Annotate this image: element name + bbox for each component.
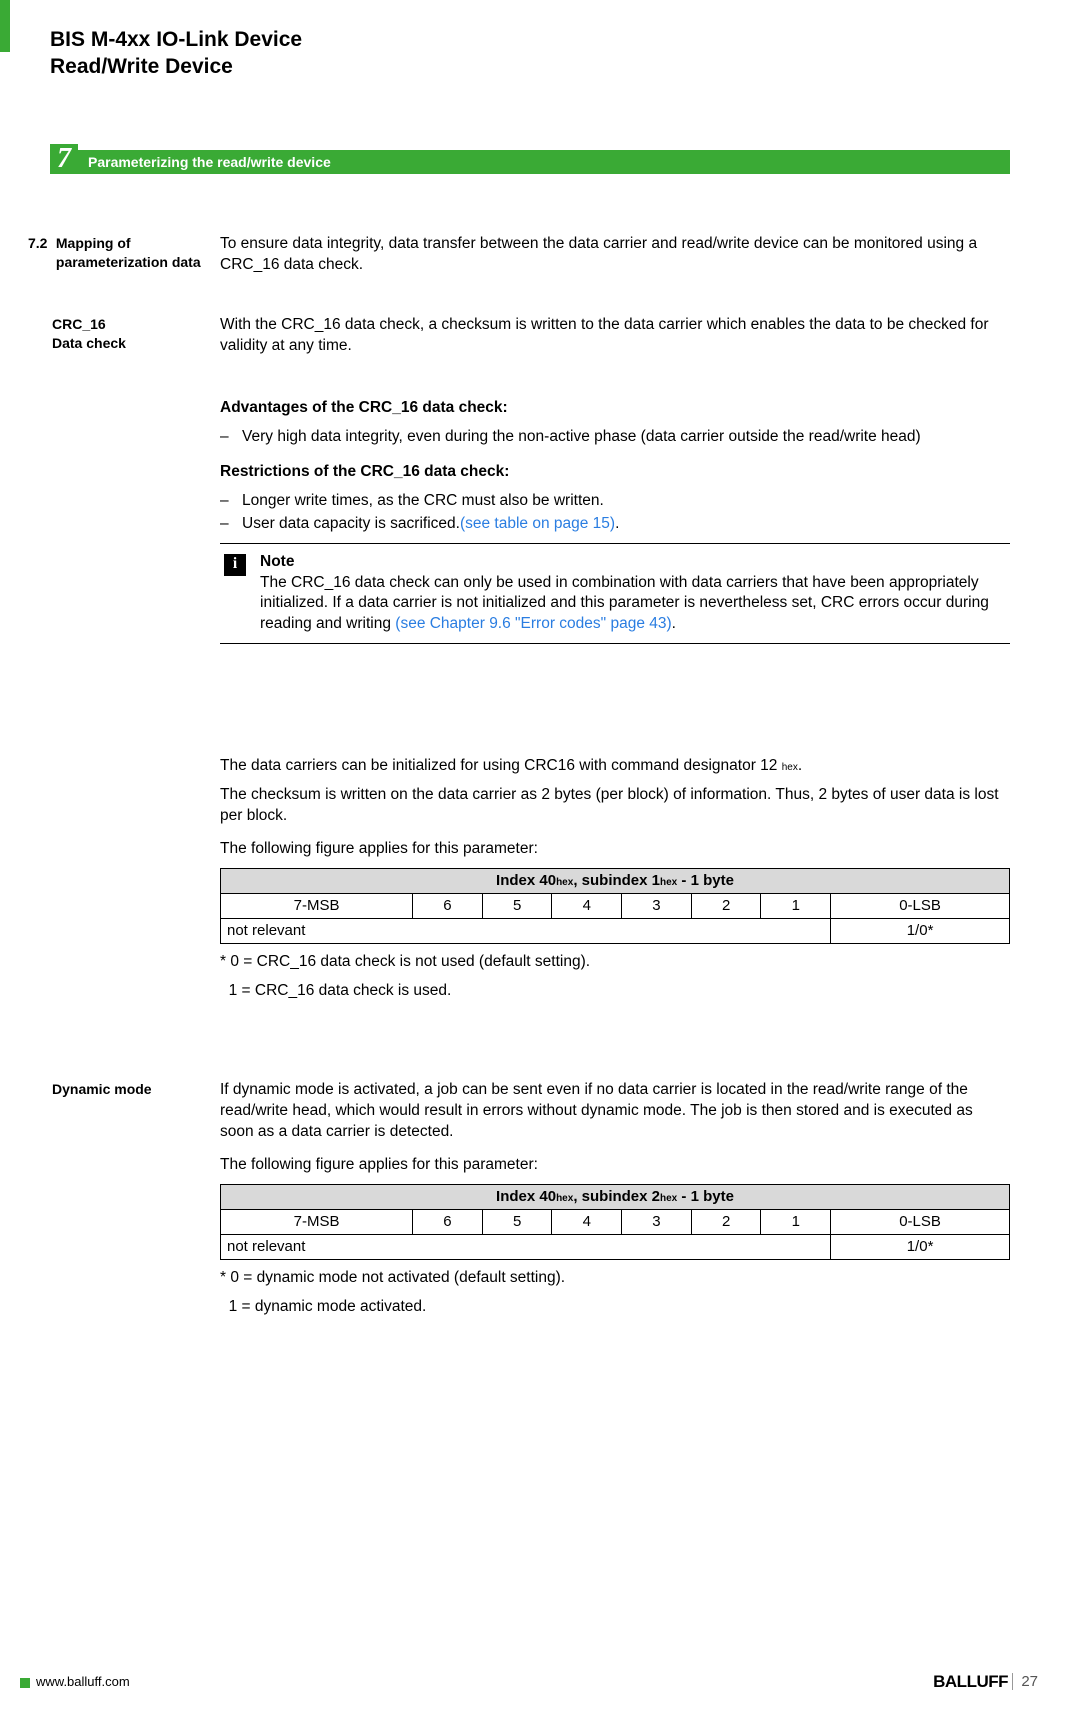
table-page-15-link[interactable]: (see table on page 15) <box>460 515 615 532</box>
dynamic-param-table: Index 40hex, subindex 2hex - 1 byte 7-MS… <box>220 1184 1010 1261</box>
header-line-1: BIS M-4xx IO-Link Device <box>50 26 302 53</box>
info-icon: i <box>224 554 246 576</box>
section-number-box: 7 <box>50 144 78 174</box>
advantages-list: Very high data integrity, even during th… <box>220 427 1010 448</box>
footer-brand: BALLUFF <box>933 1672 1008 1692</box>
dynamic-footnote-one: 1 = dynamic mode activated. <box>220 1297 1010 1318</box>
crc16-figure-line: The following figure applies for this pa… <box>220 839 1010 860</box>
dynamic-footnote-star: * 0 = dynamic mode not activated (defaul… <box>220 1268 1010 1289</box>
dynamic-table-value-row: not relevant 1/0* <box>221 1235 1010 1260</box>
section-title: Parameterizing the read/write device <box>78 150 1010 174</box>
section-bar: 7 Parameterizing the read/write device <box>50 150 1010 174</box>
crc16-param-table: Index 40hex, subindex 1hex - 1 byte 7-MS… <box>220 868 1010 945</box>
crc16-table-caption: Index 40hex, subindex 1hex - 1 byte <box>221 868 1010 893</box>
restrictions-item: Longer write times, as the CRC must also… <box>220 491 1010 512</box>
crc16-table-bits-row: 7-MSB 6 5 4 3 2 1 0-LSB <box>221 893 1010 918</box>
subsection-title: Mapping of parameterization data <box>56 234 201 272</box>
crc16-label: CRC_16 Data check <box>52 315 212 353</box>
restrictions-list: Longer write times, as the CRC must also… <box>220 491 1010 535</box>
footer-green-square-icon <box>20 1678 30 1688</box>
crc16-init-block: The data carriers can be initialized for… <box>220 756 1010 1010</box>
green-accent-tab <box>0 0 10 52</box>
note-label: Note <box>260 552 1010 573</box>
crc16-details: Advantages of the CRC_16 data check: Ver… <box>220 398 1010 644</box>
section-number: 7 <box>57 145 71 173</box>
crc16-footnote-star: * 0 = CRC_16 data check is not used (def… <box>220 952 1010 973</box>
dynamic-figure-line: The following figure applies for this pa… <box>220 1155 1010 1176</box>
crc16-init-p1: The data carriers can be initialized for… <box>220 756 1010 777</box>
page-footer: www.balluff.com BALLUFF 27 <box>0 1674 1066 1694</box>
dynamic-desc: If dynamic mode is activated, a job can … <box>220 1080 1010 1143</box>
crc16-init-p2: The checksum is written on the data carr… <box>220 785 1010 827</box>
header-line-2: Read/Write Device <box>50 53 302 80</box>
note-box: i Note The CRC_16 data check can only be… <box>220 543 1010 645</box>
restrictions-heading: Restrictions of the CRC_16 data check: <box>220 462 1010 483</box>
dynamic-label: Dynamic mode <box>52 1080 212 1099</box>
subsection-number: 7.2 <box>28 234 52 253</box>
advantages-heading: Advantages of the CRC_16 data check: <box>220 398 1010 419</box>
crc16-desc: With the CRC_16 data check, a checksum i… <box>220 315 1010 365</box>
error-codes-link[interactable]: (see Chapter 9.6 "Error codes" page 43) <box>395 615 671 632</box>
page-header: BIS M-4xx IO-Link Device Read/Write Devi… <box>50 26 302 81</box>
page-number: 27 <box>1012 1673 1038 1690</box>
footer-url: www.balluff.com <box>36 1674 130 1689</box>
advantages-item: Very high data integrity, even during th… <box>220 427 1010 448</box>
restrictions-item: User data capacity is sacrificed.(see ta… <box>220 514 1010 535</box>
dynamic-block: If dynamic mode is activated, a job can … <box>220 1080 1010 1326</box>
subsection-7-2-label: 7.2 Mapping of parameterization data <box>28 234 203 272</box>
dynamic-table-bits-row: 7-MSB 6 5 4 3 2 1 0-LSB <box>221 1209 1010 1234</box>
note-text: Note The CRC_16 data check can only be u… <box>260 552 1010 636</box>
crc16-table-value-row: not relevant 1/0* <box>221 919 1010 944</box>
dynamic-table-caption: Index 40hex, subindex 2hex - 1 byte <box>221 1184 1010 1209</box>
crc16-footnote-one: 1 = CRC_16 data check is used. <box>220 981 1010 1002</box>
subsection-7-2-intro: To ensure data integrity, data transfer … <box>220 234 1010 284</box>
